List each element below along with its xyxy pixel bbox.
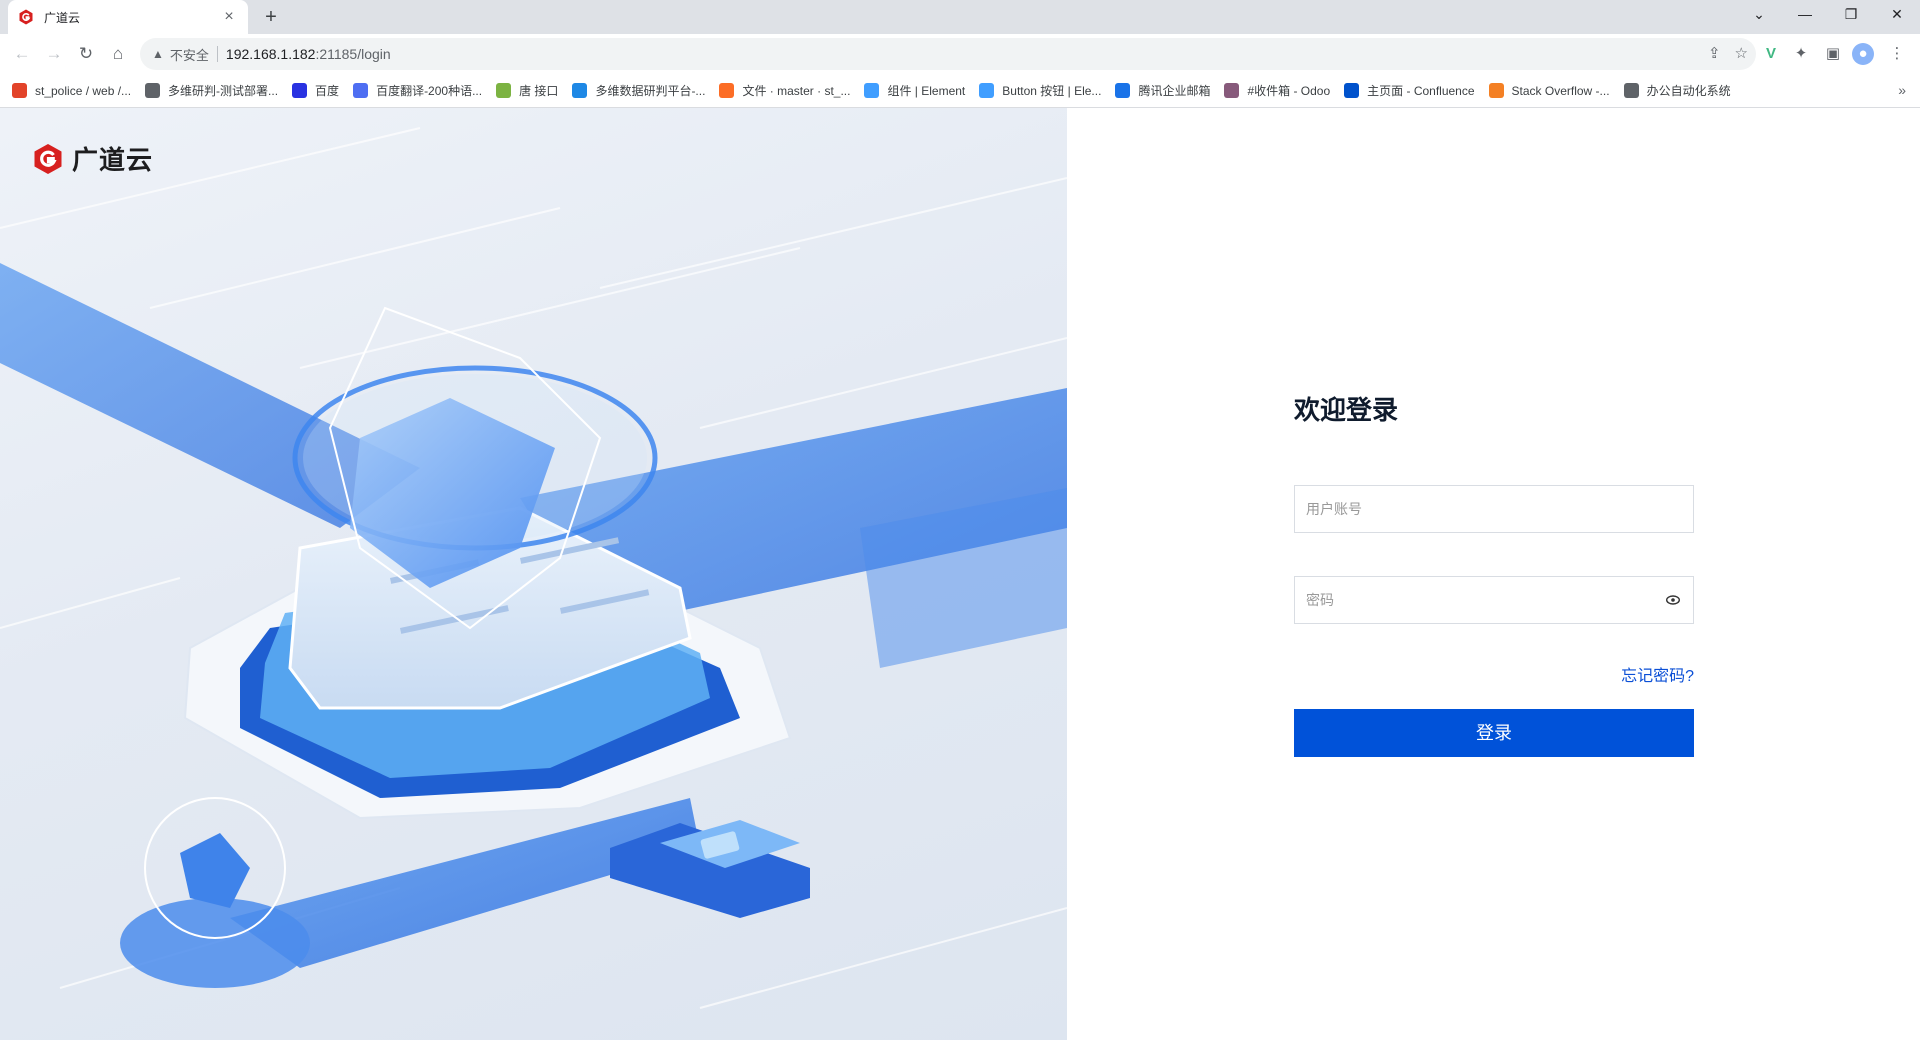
baidu-icon [292,83,308,98]
side-panel-icon[interactable]: ▣ [1822,43,1844,65]
login-title: 欢迎登录 [1294,395,1399,425]
warning-icon[interactable]: ▲ [152,47,164,61]
bookmark-label: 文件 · master · st_... [742,84,851,98]
bookmark-label: 唐 接口 [519,84,559,98]
bookmark-label: 办公自动化系统 [1646,84,1731,98]
tab-title: 广道云 [44,10,81,25]
mail-icon [1115,83,1131,98]
bookmark-star-icon[interactable]: ☆ [1735,44,1748,62]
reload-button[interactable]: ↻ [74,42,98,66]
bookmark-label: 多维研判-测试部署... [168,84,279,98]
bookmark-item[interactable]: 组件 | Element [864,82,965,99]
tab-close-icon[interactable]: × [220,8,238,26]
bookmark-item[interactable]: 文件 · master · st_... [719,82,850,99]
confluence-icon [1344,83,1360,98]
brand-logo-icon [34,143,62,174]
close-window-button[interactable]: ✕ [1874,0,1920,30]
security-label[interactable]: 不安全 [170,45,209,64]
minimize-button[interactable]: — [1782,0,1828,30]
home-button[interactable]: ⌂ [106,42,130,66]
back-button[interactable]: ← [10,42,34,66]
hero-illustration-panel: 广道云 [0,108,1067,1040]
bookmark-item[interactable]: st_police / web /... [12,83,131,98]
bookmark-item[interactable]: 多维研判-测试部署... [145,82,278,99]
username-field[interactable] [1294,485,1694,533]
profile-avatar-icon[interactable]: ● [1852,43,1874,65]
bookmark-label: Stack Overflow -... [1511,83,1610,98]
vue-devtools-icon[interactable]: V [1760,43,1782,65]
brand: 广道云 [32,140,153,177]
bookmark-item[interactable]: 百度翻译-200种语... [353,82,482,99]
url-text[interactable]: 192.168.1.182:21185/login [226,46,391,62]
element-icon [979,83,995,98]
odoo-icon [1224,83,1240,98]
login-button[interactable]: 登录 [1294,709,1694,757]
bookmark-item[interactable]: Button 按钮 | Ele... [979,82,1101,99]
bookmarks-bar: st_police / web /... 多维研判-测试部署... 百度 百度翻译-2… [0,74,1920,108]
password-input[interactable] [1295,577,1653,623]
api-icon [496,83,512,98]
eye-icon[interactable] [1653,592,1693,608]
bookmark-item[interactable]: 百度 [292,82,339,99]
translate-icon [353,83,369,98]
menu-kebab-icon[interactable]: ⋮ [1886,43,1908,65]
bookmark-label: 腾讯企业邮箱 [1138,84,1211,98]
bookmark-label: st_police / web /... [35,83,132,98]
bookmark-label: 百度 [315,84,340,98]
share-icon[interactable]: ⇪ [1708,44,1721,62]
browser-tab-active[interactable]: 广道云 × [8,0,248,34]
stackoverflow-icon [1488,83,1504,98]
bookmark-item[interactable]: 腾讯企业邮箱 [1115,82,1210,99]
bookmark-label: #收件箱 - Odoo [1247,84,1331,98]
gitlab-icon [719,83,735,98]
bookmark-item[interactable]: 多维数据研判平台-... [572,82,705,99]
bookmark-item[interactable]: 唐 接口 [496,82,558,99]
bookmark-label: 组件 | Element [887,84,966,98]
browser-toolbar: ← → ↻ ⌂ ▲ 不安全 192.168.1.182:21185/login … [0,34,1920,74]
username-input[interactable] [1295,486,1693,532]
restore-button[interactable]: ❐ [1828,0,1874,30]
bookmark-item[interactable]: 主页面 - Confluence [1344,82,1475,99]
globe-icon [1623,83,1639,98]
bookmark-item[interactable]: #收件箱 - Odoo [1224,82,1330,99]
password-field[interactable] [1294,576,1694,624]
bookmark-item[interactable]: 办公自动化系统 [1623,82,1731,99]
bookmarks-overflow-icon[interactable]: » [1898,82,1906,98]
bookmark-label: 多维数据研判平台-... [595,84,706,98]
divider [216,46,218,62]
new-tab-button[interactable]: + [258,4,284,30]
hero-illustration [0,127,1067,1009]
forgot-password-link[interactable]: 忘记密码? [1594,662,1694,686]
bookmark-item[interactable]: Stack Overflow -... [1488,83,1610,98]
login-page: 广道云 欢迎登录 忘记密码? 登录 [0,108,1920,1040]
bookmark-label: Button 按钮 | Ele... [1002,84,1102,98]
forward-button[interactable]: → [42,42,66,66]
edge-icon [572,83,588,98]
globe-icon [145,83,161,98]
login-panel: 欢迎登录 忘记密码? 登录 [1067,108,1920,1040]
bookmark-label: 主页面 - Confluence [1367,84,1475,98]
browser-tabstrip: 广道云 × + ⌄ — ❐ ✕ [0,0,1920,34]
tab-search-icon[interactable]: ⌄ [1736,0,1782,30]
extensions-puzzle-icon[interactable]: ✦ [1790,43,1812,65]
bookmark-label: 百度翻译-200种语... [376,84,483,98]
gitlab-icon [12,83,27,98]
address-bar[interactable]: ▲ 不安全 192.168.1.182:21185/login ⇪ ☆ [140,38,1756,70]
brand-name: 广道云 [72,145,154,175]
element-icon [864,83,880,98]
site-logo-icon [19,9,33,25]
